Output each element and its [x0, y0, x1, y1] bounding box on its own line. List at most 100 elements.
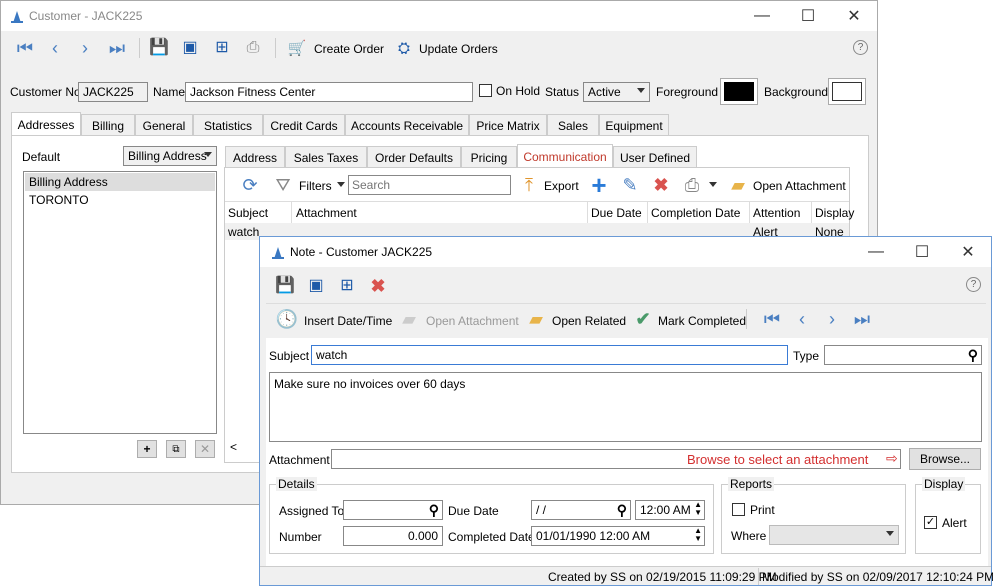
print-icon[interactable]: ⎙ — [242, 38, 264, 58]
note-body-textarea[interactable]: Make sure no invoices over 60 days — [269, 372, 982, 442]
column-header-due-date[interactable]: Due Date — [591, 206, 642, 220]
open-related-button[interactable]: Open Related — [552, 314, 626, 328]
mark-completed-button[interactable]: Mark Completed — [658, 314, 746, 328]
search-icon[interactable]: ⚲ — [617, 502, 627, 519]
save-icon[interactable]: 💾 — [148, 38, 170, 58]
subtab-order-defaults[interactable]: Order Defaults — [367, 146, 461, 168]
next-record-icon[interactable]: › — [822, 308, 842, 330]
filter-icon[interactable]: ⛛ — [271, 174, 295, 196]
chevron-down-icon[interactable] — [709, 182, 717, 187]
customer-no-field[interactable]: JACK225 — [78, 82, 148, 102]
completed-date-field[interactable]: 01/01/1990 12:00 AM ▲ ▼ — [531, 526, 705, 546]
tab-addresses[interactable]: Addresses — [11, 112, 81, 136]
tab-equipment[interactable]: Equipment — [599, 114, 669, 136]
add-address-button[interactable]: + — [137, 440, 157, 458]
subject-field[interactable]: watch — [311, 345, 788, 365]
alert-checkbox[interactable]: ✓ — [924, 516, 937, 529]
filters-button[interactable]: Filters — [299, 179, 332, 193]
column-header-display[interactable]: Display — [815, 206, 854, 220]
app-logo-icon — [11, 8, 23, 24]
subtab-sales-taxes[interactable]: Sales Taxes — [285, 146, 367, 168]
print-icon[interactable]: ⎙ — [681, 174, 703, 196]
subtab-user-defined[interactable]: User Defined — [613, 146, 697, 168]
spinner-icon[interactable]: ▲ ▼ — [694, 527, 702, 543]
save-icon[interactable]: 💾 — [274, 275, 296, 297]
chevron-down-icon[interactable] — [337, 182, 345, 187]
open-attachment-button[interactable]: Open Attachment — [426, 314, 519, 328]
maximize-button[interactable]: ☐ — [785, 1, 831, 31]
last-record-icon[interactable]: ⏭ — [105, 38, 129, 58]
close-button[interactable]: ✕ — [945, 237, 991, 267]
add-icon[interactable]: + — [587, 172, 611, 198]
tab-credit-cards[interactable]: Credit Cards — [263, 114, 345, 136]
on-hold-checkbox[interactable] — [479, 84, 492, 97]
next-record-icon[interactable]: › — [75, 38, 95, 58]
save-close-icon[interactable]: ▣ — [179, 38, 201, 58]
foreground-label: Foreground — [656, 85, 719, 99]
address-list: Billing Address TORONTO — [23, 171, 217, 434]
first-record-icon[interactable]: ⏮ — [760, 308, 784, 330]
minimize-button[interactable]: — — [739, 1, 785, 31]
tab-accounts-receivable[interactable]: Accounts Receivable — [345, 114, 469, 136]
delete-icon[interactable]: ✖ — [650, 174, 672, 196]
close-button[interactable]: ✕ — [831, 1, 877, 31]
name-field[interactable]: Jackson Fitness Center — [185, 82, 473, 102]
subtab-communication[interactable]: Communication — [517, 144, 613, 168]
type-field[interactable]: ⚲ — [824, 345, 982, 365]
where-dropdown[interactable] — [769, 525, 899, 545]
tab-statistics[interactable]: Statistics — [193, 114, 263, 136]
previous-record-icon[interactable]: ‹ — [45, 38, 65, 58]
list-item[interactable]: TORONTO — [24, 192, 216, 208]
browse-button[interactable]: Browse... — [909, 448, 981, 470]
save-new-icon[interactable]: ⊞ — [336, 275, 358, 297]
edit-icon[interactable]: ✎ — [619, 174, 641, 196]
minimize-button[interactable]: — — [853, 237, 899, 267]
column-header-completion-date[interactable]: Completion Date — [651, 206, 740, 220]
save-close-icon[interactable]: ▣ — [305, 275, 327, 297]
export-button[interactable]: Export — [544, 179, 579, 193]
tab-sales[interactable]: Sales — [547, 114, 599, 136]
due-time-field[interactable]: 12:00 AM ▲ ▼ — [635, 500, 705, 520]
column-header-attention[interactable]: Attention — [753, 206, 800, 220]
search-input[interactable] — [348, 175, 511, 195]
subtab-pricing[interactable]: Pricing — [461, 146, 517, 168]
insert-datetime-button[interactable]: Insert Date/Time — [304, 314, 392, 328]
search-icon[interactable]: ⚲ — [429, 502, 439, 519]
refresh-icon[interactable]: ⟳ — [239, 174, 261, 196]
maximize-button[interactable]: ☐ — [899, 237, 945, 267]
tab-general[interactable]: General — [135, 114, 193, 136]
foreground-color-button[interactable] — [720, 78, 758, 105]
cancel-icon[interactable]: ✖ — [367, 275, 389, 297]
first-record-icon[interactable]: ⏮ — [13, 38, 37, 58]
tab-price-matrix[interactable]: Price Matrix — [469, 114, 547, 136]
scroll-left-icon[interactable]: < — [230, 440, 237, 454]
status-dropdown[interactable]: Active — [583, 82, 650, 102]
print-label: Print — [750, 503, 775, 517]
due-date-field[interactable]: / / ⚲ — [531, 500, 631, 520]
column-header-subject[interactable]: Subject — [228, 206, 268, 220]
copy-address-button[interactable]: ⧉ — [166, 440, 186, 458]
default-address-dropdown[interactable]: Billing Address — [123, 146, 217, 166]
subtab-address[interactable]: Address — [225, 146, 285, 168]
background-color-button[interactable] — [828, 78, 866, 105]
create-order-button[interactable]: Create Order — [314, 42, 384, 56]
last-record-icon[interactable]: ⏭ — [850, 308, 874, 330]
delete-address-button[interactable]: ✕ — [195, 440, 215, 458]
export-icon[interactable]: ⤒ — [518, 174, 540, 196]
print-checkbox[interactable] — [732, 503, 745, 516]
assigned-to-field[interactable]: ⚲ — [343, 500, 443, 520]
save-new-icon[interactable]: ⊞ — [211, 38, 233, 58]
number-field[interactable]: 0.000 — [343, 526, 443, 546]
search-icon[interactable]: ⚲ — [968, 347, 978, 364]
help-icon[interactable]: ? — [853, 40, 868, 55]
update-orders-button[interactable]: Update Orders — [419, 42, 498, 56]
list-item[interactable]: Billing Address — [25, 173, 215, 191]
column-header-attachment[interactable]: Attachment — [296, 206, 357, 220]
spinner-icon[interactable]: ▲ ▼ — [694, 501, 702, 517]
previous-record-icon[interactable]: ‹ — [792, 308, 812, 330]
toolbar-separator — [746, 309, 747, 329]
help-icon[interactable]: ? — [966, 277, 981, 292]
tab-billing[interactable]: Billing — [81, 114, 135, 136]
note-window: Note - Customer JACK225 — ☐ ✕ 💾 ▣ ⊞ ✖ ? … — [259, 236, 993, 586]
open-attachment-button[interactable]: Open Attachment — [753, 179, 846, 193]
